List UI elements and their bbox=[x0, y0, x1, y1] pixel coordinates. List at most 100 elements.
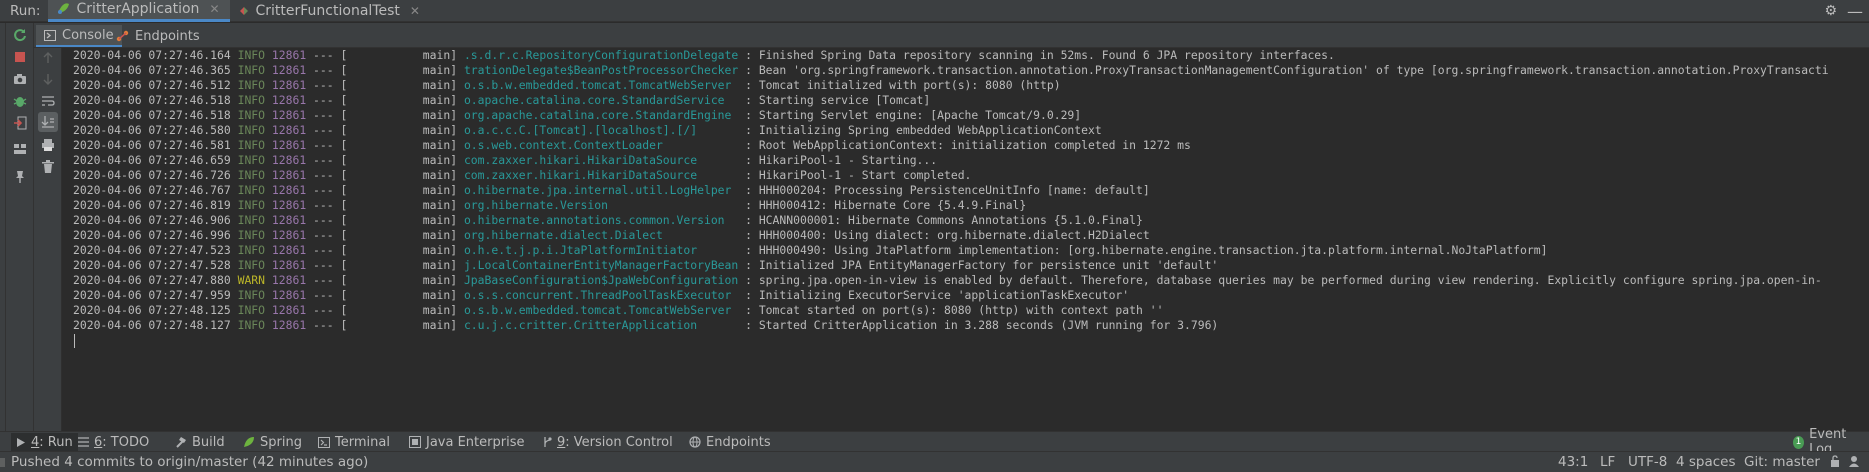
log-level: INFO bbox=[237, 138, 266, 152]
tool-window-spring[interactable]: Spring bbox=[238, 433, 307, 451]
log-logger[interactable]: com.zaxxer.hikari.HikariDataSource bbox=[464, 168, 738, 182]
tool-window-version-control[interactable]: 9: Version Control bbox=[537, 433, 678, 451]
log-pid: 12861 bbox=[271, 153, 307, 167]
gear-icon[interactable]: ⚙ bbox=[1824, 3, 1837, 19]
log-pid: 12861 bbox=[271, 198, 307, 212]
close-tab-icon[interactable]: ✕ bbox=[209, 2, 219, 16]
log-logger[interactable]: org.hibernate.Version bbox=[464, 198, 738, 212]
down-arrow-icon[interactable] bbox=[38, 69, 58, 89]
stop-icon[interactable] bbox=[10, 47, 30, 67]
log-logger[interactable]: o.s.b.w.embedded.tomcat.TomcatWebServer bbox=[464, 303, 738, 317]
status-message[interactable]: Pushed 4 commits to origin/master (42 mi… bbox=[11, 454, 368, 470]
log-logger[interactable]: o.s.b.w.embedded.tomcat.TomcatWebServer bbox=[464, 78, 738, 92]
log-thread: [ main] bbox=[340, 213, 458, 227]
layout-icon[interactable] bbox=[10, 139, 30, 159]
up-arrow-icon[interactable] bbox=[38, 48, 58, 68]
endpoints-icon bbox=[116, 30, 129, 42]
inspector-icon[interactable] bbox=[1849, 455, 1863, 472]
log-line: 2020-04-06 07:27:48.125 INFO 12861 --- [… bbox=[73, 303, 1163, 318]
log-logger[interactable]: trationDelegate$BeanPostProcessorChecker bbox=[464, 63, 738, 77]
log-level: INFO bbox=[237, 123, 266, 137]
hide-icon[interactable]: — bbox=[1847, 2, 1863, 21]
log-pid: 12861 bbox=[271, 213, 307, 227]
log-thread: [ main] bbox=[340, 138, 458, 152]
tool-window-java-enterprise-label: Java Enterprise bbox=[426, 434, 525, 450]
log-line: 2020-04-06 07:27:46.164 INFO 12861 --- [… bbox=[73, 48, 1335, 63]
log-pid: 12861 bbox=[271, 123, 307, 137]
log-logger[interactable]: com.zaxxer.hikari.HikariDataSource bbox=[464, 153, 738, 167]
log-thread: [ main] bbox=[340, 48, 458, 62]
soft-wrap-icon[interactable] bbox=[38, 91, 58, 111]
log-thread: [ main] bbox=[340, 258, 458, 272]
log-thread: [ main] bbox=[340, 228, 458, 242]
list-icon bbox=[78, 437, 89, 447]
log-pid: 12861 bbox=[271, 273, 307, 287]
caret-position[interactable]: 43:1 bbox=[1558, 454, 1588, 470]
tool-window-todo[interactable]: 6: TODO bbox=[73, 433, 154, 451]
log-msg: : HikariPool-1 - Start completed. bbox=[745, 168, 972, 182]
log-ts: 2020-04-06 07:27:46.906 bbox=[73, 213, 231, 227]
run-tab-critter-functional-test[interactable]: CritterFunctionalTest ✕ bbox=[230, 0, 430, 22]
log-ts: 2020-04-06 07:27:46.819 bbox=[73, 198, 231, 212]
log-msg: : Started CritterApplication in 3.288 se… bbox=[745, 318, 1219, 332]
camera-icon[interactable] bbox=[10, 69, 30, 89]
console-output[interactable]: 2020-04-06 07:27:46.164 INFO 12861 --- [… bbox=[63, 48, 1869, 422]
print-icon[interactable] bbox=[38, 135, 58, 155]
tool-window-event-log[interactable]: 1 Event Log bbox=[1788, 427, 1869, 457]
console-tabs-bar: Console Endpoints bbox=[0, 23, 1869, 48]
log-logger[interactable]: j.LocalContainerEntityManagerFactoryBean bbox=[464, 258, 738, 272]
log-msg: : Bean 'org.springframework.transaction.… bbox=[745, 63, 1829, 77]
log-thread: [ main] bbox=[340, 63, 458, 77]
log-line: 2020-04-06 07:27:46.819 INFO 12861 --- [… bbox=[73, 198, 1026, 213]
close-tab-icon[interactable]: ✕ bbox=[410, 4, 420, 18]
tool-window-run[interactable]: 4: Run bbox=[11, 433, 78, 451]
debug-bug-icon[interactable] bbox=[10, 91, 30, 111]
trash-icon[interactable] bbox=[38, 156, 58, 176]
log-sep: --- bbox=[313, 213, 334, 227]
log-logger[interactable]: o.hibernate.annotations.common.Version bbox=[464, 213, 738, 227]
tool-window-java-enterprise[interactable]: Java Enterprise bbox=[404, 433, 529, 451]
log-logger[interactable]: o.hibernate.jpa.internal.util.LogHelper bbox=[464, 183, 738, 197]
log-line: 2020-04-06 07:27:46.518 INFO 12861 --- [… bbox=[73, 108, 1081, 123]
log-msg: : HHH000490: Using JtaPlatform implement… bbox=[745, 243, 1548, 257]
log-logger[interactable]: o.h.e.t.j.p.i.JtaPlatformInitiator bbox=[464, 243, 738, 257]
log-logger[interactable]: org.hibernate.dialect.Dialect bbox=[464, 228, 738, 242]
log-level: INFO bbox=[237, 228, 266, 242]
log-logger[interactable]: o.apache.catalina.core.StandardService bbox=[464, 93, 738, 107]
log-level: INFO bbox=[237, 198, 266, 212]
tool-window-endpoints[interactable]: Endpoints bbox=[684, 433, 776, 451]
log-line: 2020-04-06 07:27:48.127 INFO 12861 --- [… bbox=[73, 318, 1218, 333]
log-logger[interactable]: JpaBaseConfiguration$JpaWebConfiguration bbox=[464, 273, 738, 287]
log-ts: 2020-04-06 07:27:46.518 bbox=[73, 93, 231, 107]
scroll-to-end-icon[interactable] bbox=[38, 112, 58, 132]
exit-icon[interactable] bbox=[10, 113, 30, 133]
line-separator[interactable]: LF bbox=[1600, 454, 1615, 470]
indent-setting[interactable]: 4 spaces bbox=[1676, 454, 1736, 470]
tool-window-build[interactable]: Build bbox=[170, 433, 230, 451]
run-tab-critter-application[interactable]: CritterApplication ✕ bbox=[48, 0, 230, 22]
log-logger[interactable]: .s.d.r.c.RepositoryConfigurationDelegate bbox=[464, 48, 738, 62]
text-cursor bbox=[74, 334, 75, 348]
file-encoding[interactable]: UTF-8 bbox=[1628, 454, 1667, 470]
log-msg: : Initialized JPA EntityManagerFactory f… bbox=[745, 258, 1219, 272]
log-pid: 12861 bbox=[271, 108, 307, 122]
log-logger[interactable]: c.u.j.c.critter.CritterApplication bbox=[464, 318, 738, 332]
log-ts: 2020-04-06 07:27:46.365 bbox=[73, 63, 231, 77]
log-ts: 2020-04-06 07:27:46.518 bbox=[73, 108, 231, 122]
log-logger[interactable]: o.s.s.concurrent.ThreadPoolTaskExecutor bbox=[464, 288, 738, 302]
tool-window-terminal[interactable]: Terminal bbox=[313, 433, 395, 451]
pin-icon[interactable] bbox=[10, 167, 30, 187]
lock-icon[interactable] bbox=[1830, 455, 1840, 471]
git-branch[interactable]: Git: master bbox=[1744, 454, 1820, 470]
log-ts: 2020-04-06 07:27:46.164 bbox=[73, 48, 231, 62]
log-logger[interactable]: o.s.web.context.ContextLoader bbox=[464, 138, 738, 152]
tab-endpoints[interactable]: Endpoints bbox=[108, 25, 208, 47]
log-logger[interactable]: org.apache.catalina.core.StandardEngine bbox=[464, 108, 738, 122]
spring-leaf-icon bbox=[244, 437, 254, 447]
log-logger[interactable]: o.a.c.c.C.[Tomcat].[localhost].[/] bbox=[464, 123, 738, 137]
log-pid: 12861 bbox=[271, 93, 307, 107]
log-pid: 12861 bbox=[271, 183, 307, 197]
log-thread: [ main] bbox=[340, 183, 458, 197]
status-icon[interactable] bbox=[0, 458, 5, 467]
rerun-icon[interactable] bbox=[10, 25, 30, 45]
